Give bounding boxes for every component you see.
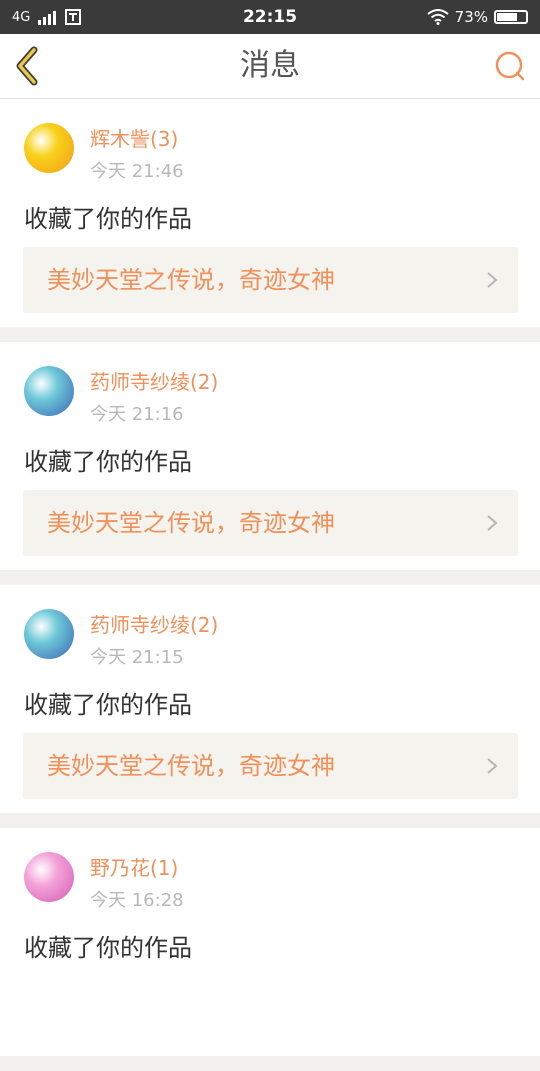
username[interactable]: 药师寺纱绫(2) (90, 366, 218, 395)
battery-icon (494, 10, 528, 24)
battery-percent: 73% (454, 8, 488, 26)
timestamp: 今天 21:46 (90, 161, 184, 182)
message-list: 辉木訾(3) 今天 21:46 收藏了你的作品 美妙天堂之传说，奇迹女神 药师寺… (0, 99, 540, 1071)
chevron-left-icon (16, 46, 38, 86)
chevron-right-icon (487, 272, 498, 288)
timestamp: 今天 16:28 (90, 890, 184, 911)
work-link[interactable]: 美妙天堂之传说，奇迹女神 (23, 247, 518, 313)
username[interactable]: 药师寺纱绫(2) (90, 609, 218, 638)
work-title: 美妙天堂之传说，奇迹女神 (47, 509, 335, 537)
page-title: 消息 (240, 48, 300, 83)
work-title: 美妙天堂之传说，奇迹女神 (47, 752, 335, 780)
search-icon (495, 51, 525, 81)
message-item: 野乃花(1) 今天 16:28 收藏了你的作品 (0, 828, 540, 1056)
back-button[interactable] (10, 44, 54, 88)
message-item: 药师寺纱绫(2) 今天 21:15 收藏了你的作品 美妙天堂之传说，奇迹女神 (0, 585, 540, 813)
timestamp: 今天 21:15 (90, 647, 184, 668)
action-text: 收藏了你的作品 (24, 205, 192, 233)
work-link[interactable]: 美妙天堂之传说，奇迹女神 (23, 490, 518, 556)
battery-fill (497, 13, 517, 21)
avatar[interactable] (24, 852, 74, 902)
nav-bar: 消息 (0, 34, 540, 99)
action-text: 收藏了你的作品 (24, 448, 192, 476)
avatar[interactable] (24, 609, 74, 659)
message-item: 辉木訾(3) 今天 21:46 收藏了你的作品 美妙天堂之传说，奇迹女神 (0, 99, 540, 327)
username[interactable]: 野乃花(1) (90, 852, 178, 881)
work-title: 美妙天堂之传说，奇迹女神 (47, 266, 335, 294)
avatar[interactable] (24, 123, 74, 173)
username[interactable]: 辉木訾(3) (90, 123, 178, 152)
status-bar: 4G 22:15 73% (0, 0, 540, 34)
work-link[interactable]: 美妙天堂之传说，奇迹女神 (23, 733, 518, 799)
message-item: 药师寺纱绫(2) 今天 21:16 收藏了你的作品 美妙天堂之传说，奇迹女神 (0, 342, 540, 570)
action-text: 收藏了你的作品 (24, 691, 192, 719)
action-text: 收藏了你的作品 (24, 934, 192, 962)
timestamp: 今天 21:16 (90, 404, 184, 425)
search-button[interactable] (492, 48, 528, 84)
chevron-right-icon (487, 515, 498, 531)
wifi-icon (427, 9, 449, 25)
chevron-right-icon (487, 758, 498, 774)
avatar[interactable] (24, 366, 74, 416)
